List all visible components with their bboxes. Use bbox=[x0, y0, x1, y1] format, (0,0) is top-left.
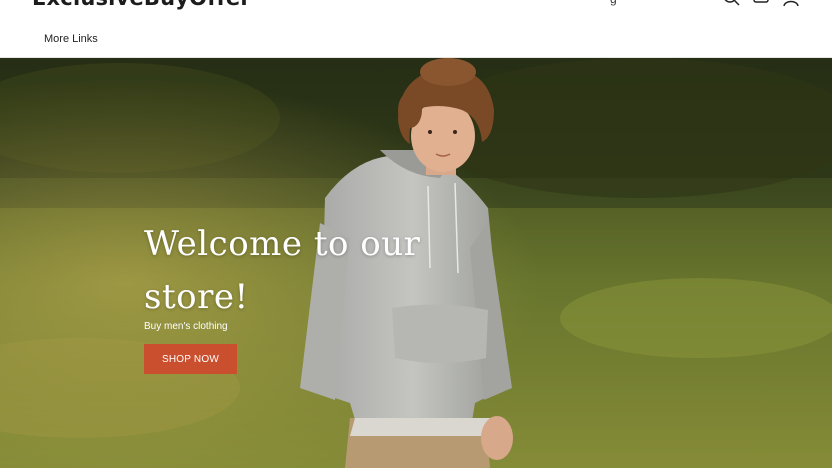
account-icon[interactable] bbox=[782, 0, 800, 8]
site-logo[interactable]: ExclusiveBuyOffer bbox=[32, 0, 251, 10]
hero-banner: Welcome to our store! Buy men's clothing… bbox=[0, 58, 832, 468]
hero-title: Welcome to our store! bbox=[144, 224, 421, 317]
hero-subtitle: Buy men's clothing bbox=[144, 321, 228, 332]
search-icon[interactable] bbox=[722, 0, 740, 8]
cart-icon[interactable] bbox=[752, 0, 770, 8]
shop-now-button[interactable]: SHOP NOW bbox=[144, 344, 237, 374]
header-nav-fragment[interactable]: g bbox=[610, 0, 617, 6]
site-header: ExclusiveBuyOffer g More Links bbox=[0, 0, 832, 58]
header-icons bbox=[722, 0, 806, 8]
nav-more-links[interactable]: More Links bbox=[44, 33, 98, 45]
